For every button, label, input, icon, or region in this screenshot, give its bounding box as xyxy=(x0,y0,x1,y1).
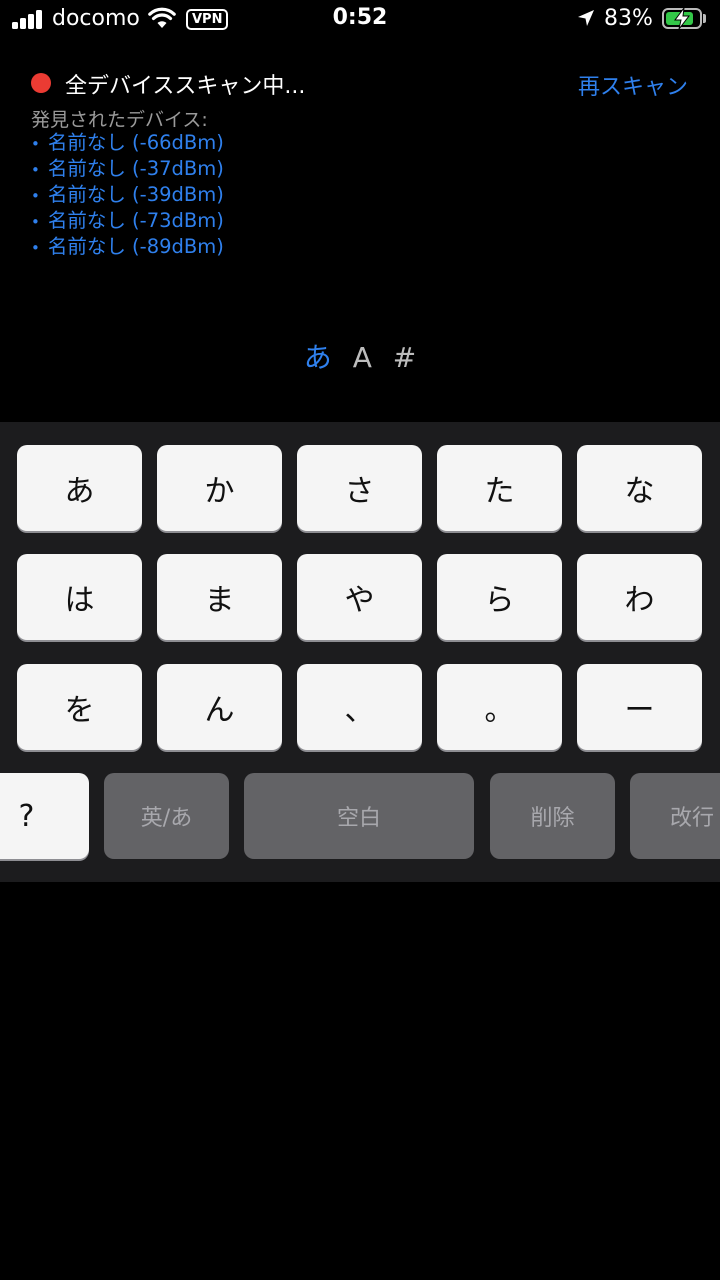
key-enter[interactable]: 改行 xyxy=(630,773,720,859)
mode-hiragana[interactable]: あ xyxy=(304,336,332,376)
mode-symbols[interactable]: # xyxy=(393,341,416,374)
key-wa[interactable]: わ xyxy=(577,554,702,640)
key-long-vowel[interactable]: ー xyxy=(577,664,702,750)
scan-status-title: 全デバイススキャン中... xyxy=(65,74,306,99)
battery-percent: 83% xyxy=(604,6,653,31)
device-list-item[interactable]: 名前なし (-39dBm) xyxy=(31,182,224,208)
key-question[interactable]: ? xyxy=(0,773,89,859)
device-list-item[interactable]: 名前なし (-66dBm) xyxy=(31,130,224,156)
rescan-button[interactable]: 再スキャン xyxy=(578,69,688,101)
key-na[interactable]: な xyxy=(577,445,702,531)
status-bar: docomo VPN 0:52 83% xyxy=(0,0,720,40)
key-n[interactable]: ん xyxy=(157,664,282,750)
key-wo[interactable]: を xyxy=(17,664,142,750)
key-ya[interactable]: や xyxy=(297,554,422,640)
device-list-item[interactable]: 名前なし (-73dBm) xyxy=(31,208,224,234)
device-list: 名前なし (-66dBm) 名前なし (-37dBm) 名前なし (-39dBm… xyxy=(31,130,224,260)
device-list-item[interactable]: 名前なし (-37dBm) xyxy=(31,156,224,182)
key-sa[interactable]: さ xyxy=(297,445,422,531)
kana-keyboard: あ か さ た な は ま や ら わ を ん 、 。 ー ? 英/あ 空白 削… xyxy=(0,422,720,882)
mode-alphabet[interactable]: A xyxy=(353,341,372,374)
key-ka[interactable]: か xyxy=(157,445,282,531)
key-ra[interactable]: ら xyxy=(437,554,562,640)
battery-icon xyxy=(662,8,702,29)
key-delete[interactable]: 削除 xyxy=(490,773,615,859)
battery-cap xyxy=(703,14,706,23)
key-language-toggle[interactable]: 英/あ xyxy=(104,773,229,859)
key-ma[interactable]: ま xyxy=(157,554,282,640)
device-list-item[interactable]: 名前なし (-89dBm) xyxy=(31,234,224,260)
location-arrow-icon xyxy=(578,10,594,26)
scanning-indicator-dot xyxy=(31,73,51,93)
input-mode-switcher: あ A # xyxy=(0,336,720,376)
key-a[interactable]: あ xyxy=(17,445,142,531)
key-space[interactable]: 空白 xyxy=(244,773,474,859)
key-ha[interactable]: は xyxy=(17,554,142,640)
found-devices-label: 発見されたデバイス: xyxy=(31,109,208,131)
key-ta[interactable]: た xyxy=(437,445,562,531)
key-period[interactable]: 。 xyxy=(437,664,562,750)
key-comma[interactable]: 、 xyxy=(297,664,422,750)
